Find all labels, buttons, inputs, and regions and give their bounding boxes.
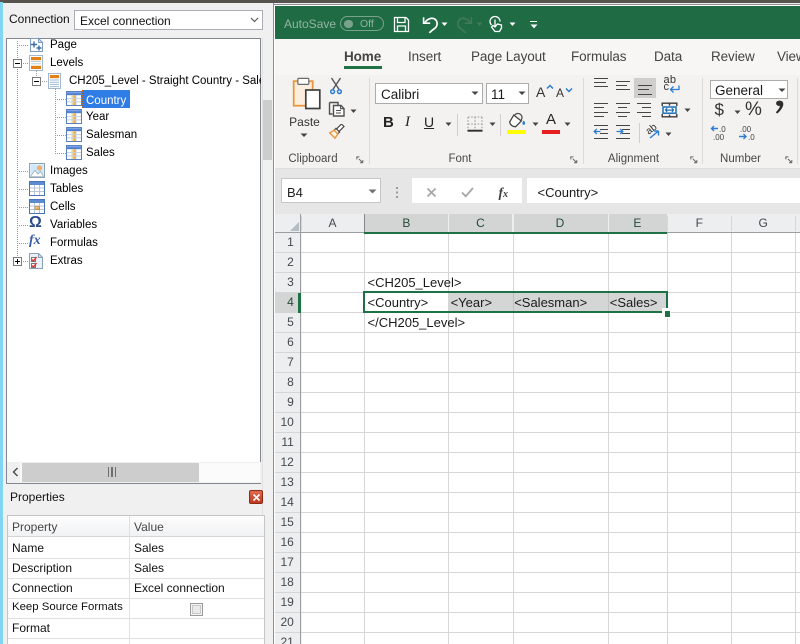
svg-text:.0: .0 (748, 133, 755, 141)
svg-text:.00: .00 (713, 133, 725, 141)
